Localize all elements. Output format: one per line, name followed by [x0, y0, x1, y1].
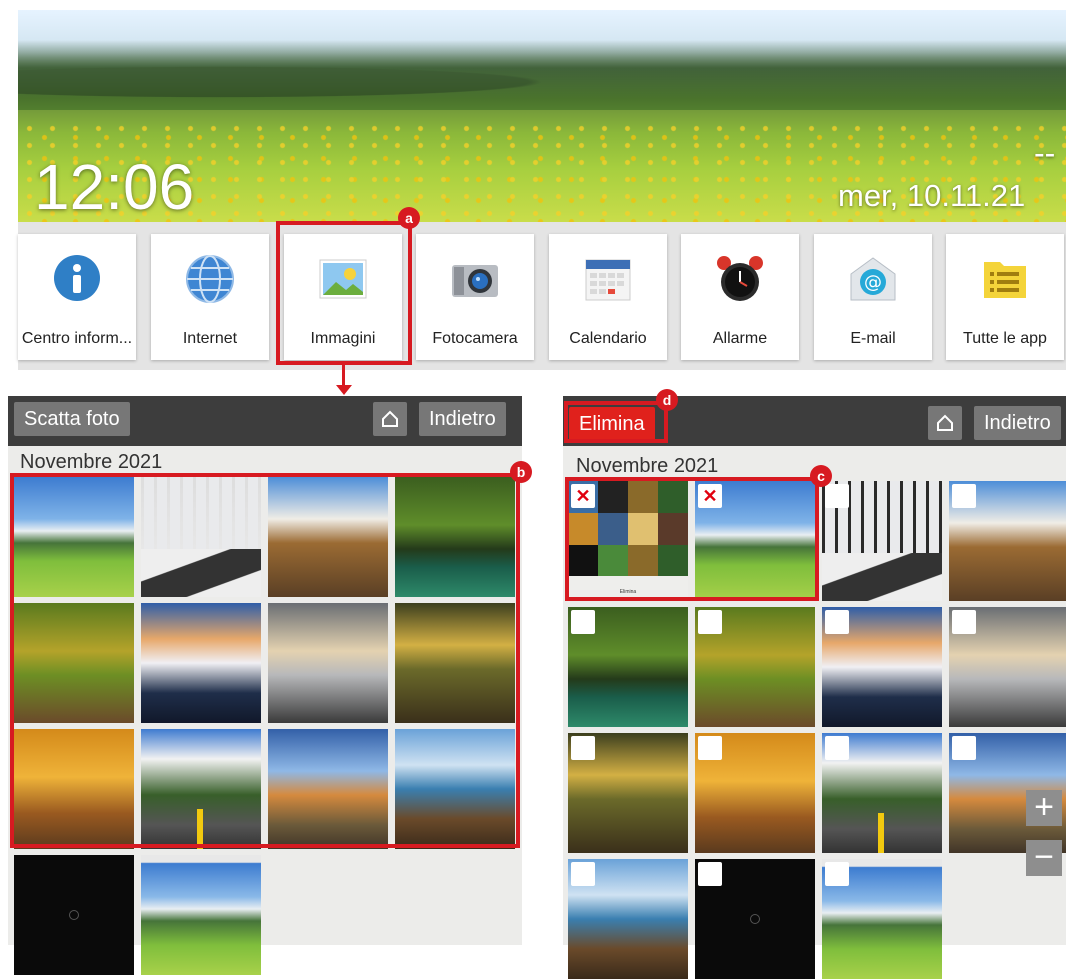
app-label: E-mail	[850, 330, 896, 347]
photo-thumbnail[interactable]	[822, 481, 942, 601]
checkbox[interactable]	[952, 610, 976, 634]
alarm-clock-icon	[717, 256, 763, 301]
calendar-icon	[585, 259, 631, 301]
app-tile-email[interactable]: @ E-mail	[814, 234, 932, 360]
photo-thumbnail[interactable]	[822, 607, 942, 727]
take-photo-button[interactable]: Scatta foto	[14, 402, 130, 436]
badge-c: c	[810, 465, 832, 487]
all-apps-icon	[984, 262, 1026, 298]
photo-thumbnail[interactable]	[695, 733, 815, 853]
checkbox[interactable]	[698, 862, 722, 886]
checkbox[interactable]	[952, 736, 976, 760]
app-label: Centro inform...	[21, 330, 133, 347]
checkbox[interactable]	[825, 862, 849, 886]
home-button[interactable]	[373, 402, 407, 436]
email-icon: @	[850, 257, 896, 301]
highlight-d	[564, 401, 668, 443]
back-button[interactable]: Indietro	[974, 406, 1061, 440]
app-label: Internet	[182, 330, 238, 347]
checkbox[interactable]	[571, 610, 595, 634]
app-tile-internet[interactable]: Internet	[151, 234, 269, 360]
svg-text:@: @	[864, 272, 882, 293]
zoom-out-button[interactable]: −	[1026, 840, 1062, 876]
photo-thumbnail[interactable]	[568, 607, 688, 727]
app-tile-centro-informazioni[interactable]: Centro inform...	[18, 234, 136, 360]
info-icon	[54, 255, 100, 301]
video-thumbnail[interactable]	[695, 859, 815, 979]
app-label: Tutte le app	[963, 330, 1047, 347]
checkbox[interactable]	[952, 484, 976, 508]
photo-thumbnail[interactable]	[568, 859, 688, 979]
checkbox[interactable]	[698, 610, 722, 634]
photo-thumbnail[interactable]	[141, 855, 261, 975]
date-extra: --	[1034, 135, 1056, 171]
checkbox[interactable]	[698, 736, 722, 760]
month-header: Novembre 2021	[576, 455, 719, 477]
forest-background	[18, 40, 1066, 110]
photo-thumbnail[interactable]	[822, 733, 942, 853]
home-button[interactable]	[928, 406, 962, 440]
photo-thumbnail[interactable]	[822, 859, 942, 979]
checkbox[interactable]	[825, 484, 849, 508]
app-tile-tutte-le-app[interactable]: Tutte le app	[946, 234, 1064, 360]
home-date: mer, 10.11.21	[838, 178, 1026, 213]
badge-b: b	[510, 461, 532, 483]
app-tile-fotocamera[interactable]: Fotocamera	[416, 234, 534, 360]
home-icon	[382, 410, 398, 427]
checkbox[interactable]	[825, 610, 849, 634]
checkbox[interactable]	[825, 736, 849, 760]
photo-thumbnail[interactable]	[568, 733, 688, 853]
highlight-c	[565, 477, 819, 601]
app-tile-calendario[interactable]: Calendario	[549, 234, 667, 360]
checkbox[interactable]	[571, 736, 595, 760]
month-header: Novembre 2021	[20, 451, 163, 473]
back-button[interactable]: Indietro	[419, 402, 506, 436]
app-label: Calendario	[569, 330, 647, 347]
camera-icon	[452, 265, 498, 297]
checkbox[interactable]	[571, 862, 595, 886]
badge-a: a	[398, 207, 420, 229]
zoom-in-button[interactable]: +	[1026, 790, 1062, 826]
video-indicator-icon	[750, 914, 760, 924]
highlight-b	[10, 473, 520, 848]
app-tile-allarme[interactable]: Allarme	[681, 234, 799, 360]
video-thumbnail[interactable]	[14, 855, 134, 975]
app-label: Allarme	[712, 330, 768, 347]
photo-thumbnail[interactable]	[949, 481, 1066, 601]
highlight-a	[276, 221, 412, 365]
photo-thumbnail[interactable]	[949, 607, 1066, 727]
globe-icon	[186, 255, 234, 303]
arrow-line	[342, 365, 345, 387]
home-icon	[937, 414, 953, 431]
video-indicator-icon	[69, 910, 79, 920]
home-clock: 12:06	[34, 151, 195, 223]
badge-d: d	[656, 389, 678, 411]
app-label: Fotocamera	[432, 330, 518, 347]
arrow-head	[336, 385, 352, 395]
photo-thumbnail[interactable]	[695, 607, 815, 727]
